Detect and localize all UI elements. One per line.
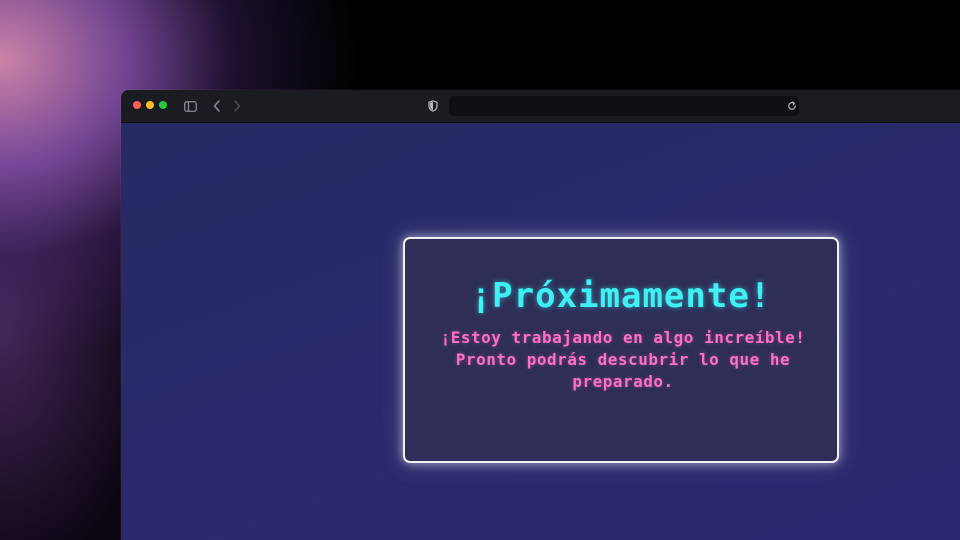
- page-title: ¡Próximamente!: [470, 276, 772, 316]
- minimize-window-button[interactable]: [146, 101, 154, 109]
- reload-icon[interactable]: [784, 98, 800, 114]
- address-bar[interactable]: [449, 96, 799, 116]
- back-chevron-icon[interactable]: [209, 98, 225, 114]
- coming-soon-card: ¡Próximamente! ¡Estoy trabajando en algo…: [403, 237, 839, 463]
- forward-chevron-icon[interactable]: [229, 98, 245, 114]
- browser-window: ¡Próximamente! ¡Estoy trabajando en algo…: [121, 90, 960, 540]
- close-window-button[interactable]: [133, 101, 141, 109]
- zoom-window-button[interactable]: [159, 101, 167, 109]
- coming-soon-message: ¡Estoy trabajando en algo increíble! Pro…: [440, 328, 806, 391]
- sidebar-icon[interactable]: [182, 98, 198, 114]
- desktop-background: ¡Próximamente! ¡Estoy trabajando en algo…: [0, 0, 960, 540]
- shield-icon[interactable]: [425, 98, 441, 114]
- browser-toolbar: [121, 90, 960, 123]
